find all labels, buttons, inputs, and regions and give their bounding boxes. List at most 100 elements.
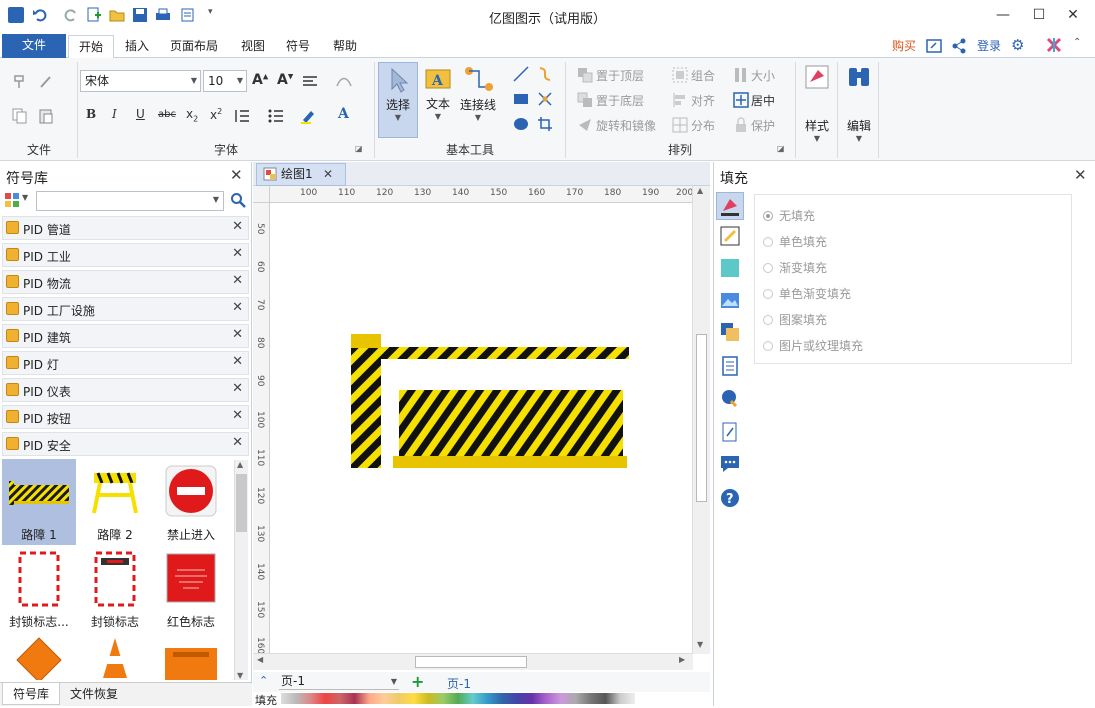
add-page-icon[interactable]: + [411,672,424,691]
canvas-vertical-scrollbar[interactable]: ▲ ▼ [692,186,710,654]
select-tool-button[interactable]: 选择 ▼ [378,62,418,138]
font-family-select[interactable]: 宋体 ▼ [80,70,201,92]
distribute-label[interactable]: 分布 [691,117,715,134]
line-spacing-icon[interactable] [234,108,250,124]
rotate-mirror-icon[interactable] [577,117,593,133]
distribute-icon[interactable] [672,117,688,133]
library-category-pid-building[interactable]: PID 建筑 ✕ [2,324,249,348]
superscript-icon[interactable]: x2 [210,107,222,122]
align-icon[interactable] [672,92,688,108]
size-label[interactable]: 大小 [751,67,775,84]
page-properties-icon[interactable] [720,356,740,376]
font-dialog-launcher-icon[interactable]: ◪ [355,144,363,153]
scroll-right-icon[interactable]: ▶ [679,655,685,664]
library-close-icon[interactable]: ✕ [230,166,243,184]
symbol-warning-board[interactable] [154,634,228,680]
layers-icon[interactable] [720,322,740,342]
minimize-button[interactable]: — [988,4,1018,26]
share-icon[interactable] [951,38,967,54]
send-to-back-icon[interactable] [577,92,593,108]
size-icon[interactable] [733,67,749,83]
hyperlink-globe-icon[interactable] [720,388,740,408]
scroll-down-icon[interactable]: ▼ [697,640,703,649]
tab-page-layout[interactable]: 页面布局 [160,35,228,58]
document-tab[interactable]: 绘图1 ✕ [256,163,346,186]
tab-insert[interactable]: 插入 [115,35,159,58]
copy-icon[interactable] [12,108,28,124]
lock-icon[interactable] [733,117,749,133]
subscript-icon[interactable]: x2 [186,107,198,123]
tab-symbol-library[interactable]: 符号库 [2,683,60,705]
font-size-select[interactable]: 10 ▼ [203,70,247,92]
settings-gear-icon[interactable]: ⚙ [1011,37,1027,53]
buy-link[interactable]: 购买 [882,35,926,58]
drawing-canvas[interactable] [271,204,692,653]
tab-home[interactable]: 开始 [68,35,115,59]
arrange-dialog-launcher-icon[interactable]: ◪ [777,144,785,153]
group-label[interactable]: 组合 [691,67,715,84]
library-category-pid-factory[interactable]: PID 工厂设施 ✕ [2,297,249,321]
library-category-pid-light[interactable]: PID 灯 ✕ [2,351,249,375]
share-screen-icon[interactable] [926,38,942,54]
app-brand-icon[interactable] [1046,37,1062,53]
strikethrough-icon[interactable]: abc [158,109,176,120]
crosshair-tool-icon[interactable] [537,91,553,107]
bring-to-front-label[interactable]: 置于顶层 [596,67,644,84]
library-category-pid-pipe[interactable]: PID 管道 ✕ [2,216,249,240]
fill-option-solid[interactable]: 单色填充 [763,233,827,250]
page-tab[interactable]: 页-1 [447,675,471,692]
fill-option-picture-texture[interactable]: 图片或纹理填充 [763,337,863,354]
symbol-closure-sign-1[interactable]: 封锁标志... [2,546,76,632]
line-tool-icon[interactable] [513,66,529,82]
font-color-icon[interactable]: A [338,106,349,122]
tab-symbol[interactable]: 符号 [276,35,320,58]
center-icon[interactable] [733,92,749,108]
fill-option-gradient[interactable]: 渐变填充 [763,259,827,276]
remove-category-icon[interactable]: ✕ [232,246,243,261]
color-swatches[interactable] [281,693,635,704]
highlight-icon[interactable] [300,108,316,124]
grow-font-icon[interactable]: A▲ [252,72,268,88]
library-menu-icon[interactable] [4,192,20,208]
login-link[interactable]: 登录 [967,35,1011,58]
group-icon[interactable] [672,67,688,83]
remove-category-icon[interactable]: ✕ [232,327,243,342]
curve-tool-icon[interactable] [537,66,553,82]
scroll-up-icon[interactable]: ▲ [697,186,703,195]
page-up-icon[interactable]: ⌃ [259,674,268,687]
bring-to-front-icon[interactable] [577,67,593,83]
symbol-traffic-cone[interactable] [78,634,152,680]
bold-icon[interactable]: B [86,107,96,121]
image-icon[interactable] [720,290,740,310]
line-style-icon[interactable] [720,226,740,246]
send-to-back-label[interactable]: 置于底层 [596,92,644,109]
shrink-font-icon[interactable]: A▼ [277,72,293,88]
text-tool-button[interactable]: A 文本 ▼ [420,62,456,138]
fill-option-single-gradient[interactable]: 单色渐变填充 [763,285,851,302]
library-scrollbar[interactable]: ▲ ▼ [234,460,248,680]
maximize-button[interactable]: ☐ [1024,4,1054,26]
symbol-roadblock-1[interactable]: 路障 1 [2,459,76,545]
remove-category-icon[interactable]: ✕ [232,300,243,315]
format-painter-icon[interactable] [12,74,28,90]
scroll-down-icon[interactable]: ▼ [237,671,243,680]
help-icon[interactable]: ? [720,488,740,508]
symbol-red-sign[interactable]: 红色标志 [154,546,228,632]
fill-tab-icon[interactable] [716,192,744,220]
align-label[interactable]: 对齐 [691,92,715,109]
symbol-roadblock-2[interactable]: 路障 2 [78,459,152,545]
clear-format-icon[interactable] [38,74,54,90]
remove-category-icon[interactable]: ✕ [232,273,243,288]
connector-tool-button[interactable]: 连接线 ▼ [458,62,498,138]
remove-category-icon[interactable]: ✕ [232,219,243,234]
tab-view[interactable]: 视图 [231,35,275,58]
canvas-horizontal-scrollbar[interactable]: ◀ ▶ [253,653,693,670]
scroll-left-icon[interactable]: ◀ [257,655,263,664]
fill-option-none[interactable]: 无填充 [763,207,815,224]
bullet-list-icon[interactable] [268,108,284,124]
paste-icon[interactable] [38,108,54,124]
remove-category-icon[interactable]: ✕ [232,408,243,423]
center-label[interactable]: 居中 [751,92,775,109]
roadblock-shape[interactable] [347,330,633,474]
fill-panel-close-icon[interactable]: ✕ [1074,166,1087,184]
